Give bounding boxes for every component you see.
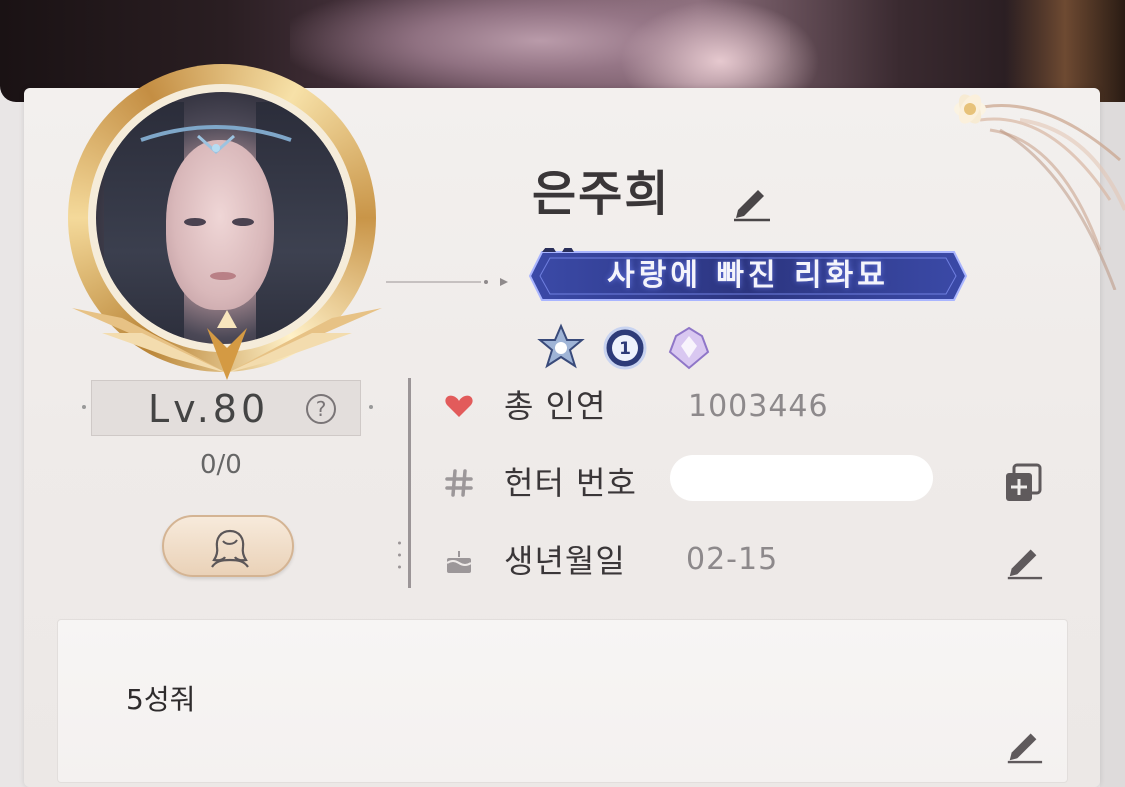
affinity-value: 1003446 (688, 389, 829, 424)
female-silhouette-icon (211, 529, 249, 568)
rank-one-medal-icon[interactable]: 1 (600, 322, 650, 374)
hunter-id-value (670, 455, 933, 501)
change-avatar-button[interactable] (162, 515, 294, 577)
level-label: Lv.80 (148, 387, 270, 431)
svg-text:1: 1 (619, 339, 631, 359)
affinity-label: 총 인연 (504, 387, 607, 425)
nickname: 은주희 (532, 166, 671, 222)
bio-text: 5성줘 (126, 683, 196, 716)
copy-plus-icon[interactable] (1004, 463, 1042, 503)
bio-box[interactable] (57, 619, 1068, 783)
title-connector (386, 278, 508, 286)
pencil-icon[interactable] (1004, 540, 1044, 580)
profile-screen: 은주희 사랑에 빠진 리화묘 1 Lv.80 ? 0/0 총 인연 100344… (0, 0, 1125, 787)
circlet-icon (140, 125, 292, 155)
exp-value: 0/0 (200, 450, 242, 480)
crystal-wing-medal-icon[interactable] (664, 322, 714, 374)
cake-icon (446, 551, 472, 573)
birthday-label: 생년월일 (504, 542, 626, 580)
question-icon[interactable]: ? (306, 394, 336, 424)
gold-wings-icon (72, 308, 382, 380)
pencil-icon[interactable] (1004, 724, 1044, 764)
pencil-icon[interactable] (730, 180, 772, 222)
title-badge-label: 사랑에 빠진 리화묘 (607, 258, 889, 293)
hash-icon (445, 469, 473, 497)
star-medal-icon[interactable] (536, 322, 586, 374)
heart-icon (445, 395, 473, 417)
hunter-id-label: 헌터 번호 (504, 464, 637, 502)
birthday-value: 02-15 (686, 542, 779, 577)
flower-decoration-icon (954, 94, 986, 124)
avatar-frame[interactable] (62, 58, 392, 383)
section-divider (408, 378, 411, 588)
